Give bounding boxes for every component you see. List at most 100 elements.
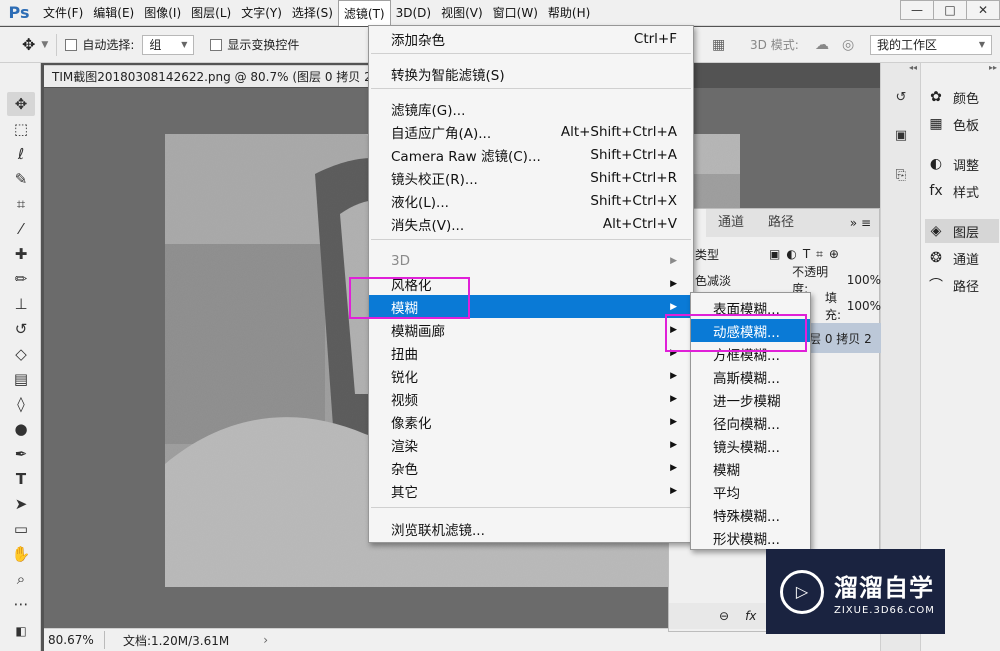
panel-swatches[interactable]: ▦ 色板	[925, 112, 999, 136]
filter-kind-select[interactable]: 类型	[695, 246, 719, 263]
menu-item-liquify[interactable]: 液化(L)... Shift+Ctrl+X	[369, 189, 693, 212]
chevron-right-icon[interactable]: ›	[263, 633, 268, 647]
submenu-item-blur-more[interactable]: 进一步模糊	[691, 388, 810, 411]
menu-layer[interactable]: 图层(L)	[186, 0, 236, 26]
panel-styles[interactable]: fx 样式	[925, 179, 999, 203]
menu-item-noise[interactable]: 杂色 ▶	[369, 456, 693, 479]
hand-tool-icon[interactable]: ✋	[7, 542, 35, 566]
blur-tool-icon[interactable]: ◊	[7, 392, 35, 416]
properties-icon[interactable]: ▣	[889, 123, 913, 147]
menu-3d[interactable]: 3D(D)	[391, 0, 436, 26]
move-tool-icon[interactable]: ✥	[7, 92, 35, 116]
submenu-item-blur[interactable]: 模糊	[691, 457, 810, 480]
menu-item-distort[interactable]: 扭曲 ▶	[369, 341, 693, 364]
play-logo-icon: ▷	[780, 569, 824, 614]
menu-item-other[interactable]: 其它 ▶	[369, 479, 693, 502]
menu-help[interactable]: 帮助(H)	[543, 0, 595, 26]
chevron-down-icon[interactable]: ▼	[41, 40, 48, 50]
menu-item-render[interactable]: 渲染 ▶	[369, 433, 693, 456]
menu-item-browse-online-filters[interactable]: 浏览联机滤镜...	[369, 517, 693, 540]
path-select-tool-icon[interactable]: ➤	[7, 492, 35, 516]
move-tool-icon[interactable]: ✥	[22, 35, 35, 54]
adjustments-icon: ◐	[929, 156, 943, 172]
auto-select-dropdown[interactable]: 组 ▼	[142, 34, 195, 55]
watermark-title: 溜溜自学	[834, 573, 934, 602]
tab-channels[interactable]: 通道	[706, 209, 756, 237]
submenu-item-lens-blur[interactable]: 镜头模糊...	[691, 434, 810, 457]
info-icon[interactable]: ⎘	[889, 163, 913, 187]
menu-item-blur-gallery[interactable]: 模糊画廊 ▶	[369, 318, 693, 341]
panel-paths[interactable]: ⌒ 路径	[925, 273, 999, 297]
menu-select[interactable]: 选择(S)	[287, 0, 338, 26]
history-brush-tool-icon[interactable]: ↺	[7, 317, 35, 341]
submenu-item-gaussian-blur[interactable]: 高斯模糊...	[691, 365, 810, 388]
menu-item-lens-correction[interactable]: 镜头校正(R)... Shift+Ctrl+R	[369, 166, 693, 189]
minimize-button[interactable]: —	[900, 0, 934, 20]
quick-select-tool-icon[interactable]: ✎	[7, 167, 35, 191]
rectangle-tool-icon[interactable]: ▭	[7, 517, 35, 541]
eraser-tool-icon[interactable]: ◇	[7, 342, 35, 366]
menu-view[interactable]: 视图(V)	[436, 0, 488, 26]
menu-item-vanishing-point[interactable]: 消失点(V)... Alt+Ctrl+V	[369, 212, 693, 235]
menu-image[interactable]: 图像(I)	[139, 0, 186, 26]
blend-mode-select[interactable]: 色减淡	[695, 272, 792, 289]
menu-item-last-filter[interactable]: 添加杂色 Ctrl+F	[369, 27, 693, 50]
panel-layers[interactable]: ◈ 图层	[925, 219, 999, 243]
type-tool-icon[interactable]: T	[7, 467, 35, 491]
layer-style-icon[interactable]: fx	[745, 609, 756, 623]
align-icon[interactable]: ▦	[712, 37, 725, 53]
menu-item-video[interactable]: 视频 ▶	[369, 387, 693, 410]
tools-panel: ✥ ⬚ ℓ ✎ ⌗ ⁄ ✚ ✏ ⊥ ↺ ◇ ▤ ◊ ● ✒ T ➤ ▭ ✋ ⌕ …	[0, 63, 41, 651]
history-icon[interactable]: ↺	[889, 85, 913, 109]
orbit-3d-icon[interactable]: ☁	[815, 37, 829, 53]
menu-edit[interactable]: 编辑(E)	[88, 0, 139, 26]
panel-channels[interactable]: ❂ 通道	[925, 246, 999, 270]
zoom-level[interactable]: 80.67%	[44, 633, 104, 647]
maximize-button[interactable]: □	[933, 0, 967, 20]
gradient-tool-icon[interactable]: ▤	[7, 367, 35, 391]
menu-item-sharpen[interactable]: 锐化 ▶	[369, 364, 693, 387]
lasso-tool-icon[interactable]: ℓ	[7, 142, 35, 166]
marquee-tool-icon[interactable]: ⬚	[7, 117, 35, 141]
channels-icon: ❂	[930, 250, 942, 266]
menu-file[interactable]: 文件(F)	[38, 0, 88, 26]
crop-tool-icon[interactable]: ⌗	[7, 192, 35, 216]
brush-tool-icon[interactable]: ✏	[7, 267, 35, 291]
submenu-item-smart-blur[interactable]: 特殊模糊...	[691, 503, 810, 526]
filter-icons[interactable]: ▣◐T⌗⊕	[769, 247, 845, 262]
close-button[interactable]: ✕	[966, 0, 1000, 20]
eyedropper-tool-icon[interactable]: ⁄	[7, 217, 35, 241]
submenu-item-shape-blur[interactable]: 形状模糊...	[691, 526, 810, 549]
menu-type[interactable]: 文字(Y)	[236, 0, 287, 26]
menu-filter[interactable]: 滤镜(T)	[337, 0, 391, 26]
auto-select-checkbox[interactable]	[65, 38, 78, 51]
panel-adjustments[interactable]: ◐ 调整	[925, 152, 999, 176]
dodge-tool-icon[interactable]: ●	[7, 417, 35, 441]
clone-stamp-tool-icon[interactable]: ⊥	[7, 292, 35, 316]
fill-label: 填充:	[825, 291, 842, 322]
more-tools-icon[interactable]: ⋯	[7, 592, 35, 616]
layers-icon: ◈	[930, 223, 942, 239]
document-tab[interactable]: TIM截图20180308142622.png @ 80.7% (图层 0 拷贝…	[44, 65, 374, 87]
workspace-dropdown[interactable]: 我的工作区 ▼	[870, 34, 992, 55]
zoom-tool-icon[interactable]: ⌕	[7, 567, 35, 591]
link-layers-icon[interactable]: ⊖	[719, 609, 729, 623]
tab-paths[interactable]: 路径	[756, 209, 806, 237]
opacity-value[interactable]: 100%	[847, 273, 881, 287]
menu-item-adaptive-wide-angle[interactable]: 自适应广角(A)... Alt+Shift+Ctrl+A	[369, 120, 693, 143]
show-transform-checkbox[interactable]	[210, 38, 223, 51]
menu-item-camera-raw[interactable]: Camera Raw 滤镜(C)... Shift+Ctrl+A	[369, 143, 693, 166]
submenu-item-radial-blur[interactable]: 径向模糊...	[691, 411, 810, 434]
panel-color[interactable]: ✿ 颜色	[925, 85, 999, 109]
menu-item-convert-smart-filter[interactable]: 转换为智能滤镜(S)	[369, 62, 693, 85]
submenu-item-average[interactable]: 平均	[691, 480, 810, 503]
color-swatch-icon[interactable]: ◧	[7, 619, 35, 643]
panel-menu-icon[interactable]: » ≡	[850, 216, 871, 230]
menu-item-pixelate[interactable]: 像素化 ▶	[369, 410, 693, 433]
menu-item-filter-gallery[interactable]: 滤镜库(G)...	[369, 97, 693, 120]
pen-tool-icon[interactable]: ✒	[7, 442, 35, 466]
fill-value[interactable]: 100%	[847, 299, 881, 313]
rotate-3d-icon[interactable]: ◎	[842, 37, 854, 53]
menu-window[interactable]: 窗口(W)	[488, 0, 543, 26]
healing-brush-tool-icon[interactable]: ✚	[7, 242, 35, 266]
